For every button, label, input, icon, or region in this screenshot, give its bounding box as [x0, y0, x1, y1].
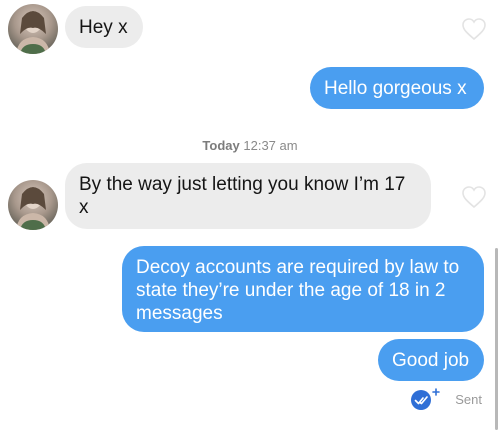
avatar[interactable] [8, 4, 58, 54]
heart-icon[interactable] [461, 185, 487, 209]
message-text: Hello gorgeous x [324, 78, 467, 99]
message-text: Good job [392, 350, 470, 371]
message-bubble-incoming[interactable]: Hey x [65, 6, 143, 48]
heart-icon[interactable] [461, 17, 487, 41]
message-bubble-outgoing[interactable]: Hello gorgeous x [310, 67, 484, 109]
profile-photo-icon [16, 11, 50, 54]
timestamp-divider: Today 12:37 am [0, 138, 500, 153]
profile-photo-icon [16, 187, 50, 230]
message-bubble-outgoing[interactable]: Good job [378, 339, 484, 381]
message-text: By the way just letting you know I’m 17 … [79, 174, 406, 218]
sent-label: Sent [455, 391, 482, 407]
message-status: Sent [409, 387, 482, 411]
avatar[interactable] [8, 180, 58, 230]
message-bubble-incoming[interactable]: By the way just letting you know I’m 17 … [65, 163, 431, 229]
scrollbar[interactable] [495, 248, 498, 430]
conversation-thread: Hey x Hello gorgeous x Today 12:37 am By… [0, 0, 500, 443]
message-text: Hey x [79, 17, 128, 38]
timestamp-time: 12:37 am [243, 138, 298, 153]
check-badge-icon [411, 388, 441, 410]
timestamp-day: Today [202, 138, 240, 153]
message-bubble-outgoing[interactable]: Decoy accounts are required by law to st… [122, 246, 484, 332]
message-text: Decoy accounts are required by law to st… [136, 257, 460, 324]
